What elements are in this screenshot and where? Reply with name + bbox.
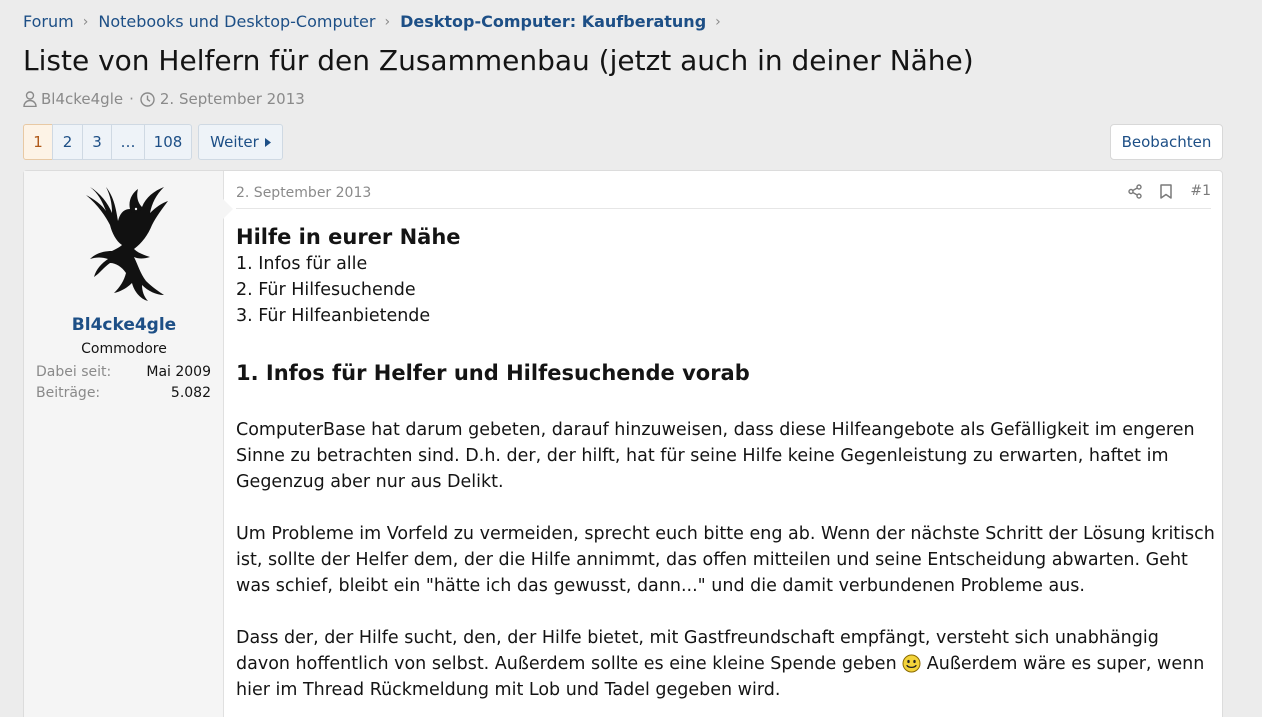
share-icon[interactable] (1128, 183, 1143, 199)
next-page-label: Weiter (210, 133, 259, 151)
page-3-button[interactable]: 3 (82, 124, 112, 160)
page-jump-button[interactable]: … (111, 124, 145, 160)
user-title: Commodore (81, 341, 167, 357)
bookmark-icon[interactable] (1160, 183, 1173, 199)
caret-right-icon (264, 133, 271, 151)
chevron-right-icon: › (82, 13, 89, 30)
stat-label: Beiträge: (36, 385, 101, 401)
clock-icon (140, 91, 155, 107)
post: Bl4cke4gle Commodore Dabei seit: Mai 200… (23, 170, 1223, 717)
toc-item: 2. Für Hilfesuchende (236, 280, 416, 300)
breadcrumb-kaufberatung[interactable]: Desktop-Computer: Kaufberatung (400, 12, 706, 31)
thread-date[interactable]: 2. September 2013 (160, 90, 305, 108)
breadcrumb-forum[interactable]: Forum (23, 12, 74, 31)
post-body: Hilfe in eurer Nähe 1. Infos für alle 2.… (236, 223, 1216, 717)
section-heading: 1. Infos für Helfer und Hilfesuchende vo… (236, 361, 750, 385)
post-paragraph: ComputerBase hat darum gebeten, darauf h… (236, 420, 1195, 492)
next-page-button[interactable]: Weiter (198, 124, 283, 160)
post-paragraph: Um Probleme im Vorfeld zu vermeiden, spr… (236, 524, 1215, 596)
page-last-button[interactable]: 108 (144, 124, 192, 160)
stat-posts: Beiträge: 5.082 (36, 385, 211, 401)
pagination: 1 2 3 … 108 (23, 124, 192, 160)
toc-item: 1. Infos für alle (236, 254, 368, 274)
stat-value: Mai 2009 (146, 364, 211, 380)
post-number[interactable]: #1 (1190, 183, 1211, 199)
watch-button[interactable]: Beobachten (1110, 124, 1223, 160)
chevron-right-icon: › (715, 13, 721, 30)
page-title: Liste von Helfern für den Zusammenbau (j… (23, 44, 974, 77)
chevron-right-icon: › (384, 13, 391, 30)
meta-separator: · (129, 90, 134, 108)
stat-value[interactable]: 5.082 (171, 385, 211, 401)
post-user-column: Bl4cke4gle Commodore Dabei seit: Mai 200… (24, 171, 233, 717)
post-date[interactable]: 2. September 2013 (236, 185, 371, 201)
stat-joined: Dabei seit: Mai 2009 (36, 364, 211, 380)
post-paragraph: Dass der, der Hilfe sucht, den, der Hilf… (236, 625, 1216, 703)
breadcrumb-notebooks[interactable]: Notebooks und Desktop-Computer (98, 12, 375, 31)
toc-item: 3. Für Hilfeanbietende (236, 306, 431, 326)
avatar[interactable] (72, 183, 172, 303)
post-header: 2. September 2013 #1 (236, 171, 1211, 209)
post-message: 2. September 2013 #1 Hilfe in eurer Nähe… (236, 171, 1215, 700)
page-1-button[interactable]: 1 (23, 124, 53, 160)
post-username[interactable]: Bl4cke4gle (24, 315, 224, 335)
breadcrumb: Forum › Notebooks und Desktop-Computer ›… (23, 12, 731, 31)
thread-meta: Bl4cke4gle · 2. September 2013 (23, 90, 305, 108)
post-actions: #1 (1128, 183, 1211, 199)
post-heading: Hilfe in eurer Nähe (236, 225, 461, 249)
smiley-icon (902, 654, 921, 673)
thread-author[interactable]: Bl4cke4gle (41, 90, 123, 108)
stat-label: Dabei seit: (36, 364, 112, 380)
page-2-button[interactable]: 2 (52, 124, 83, 160)
user-icon (23, 91, 37, 107)
